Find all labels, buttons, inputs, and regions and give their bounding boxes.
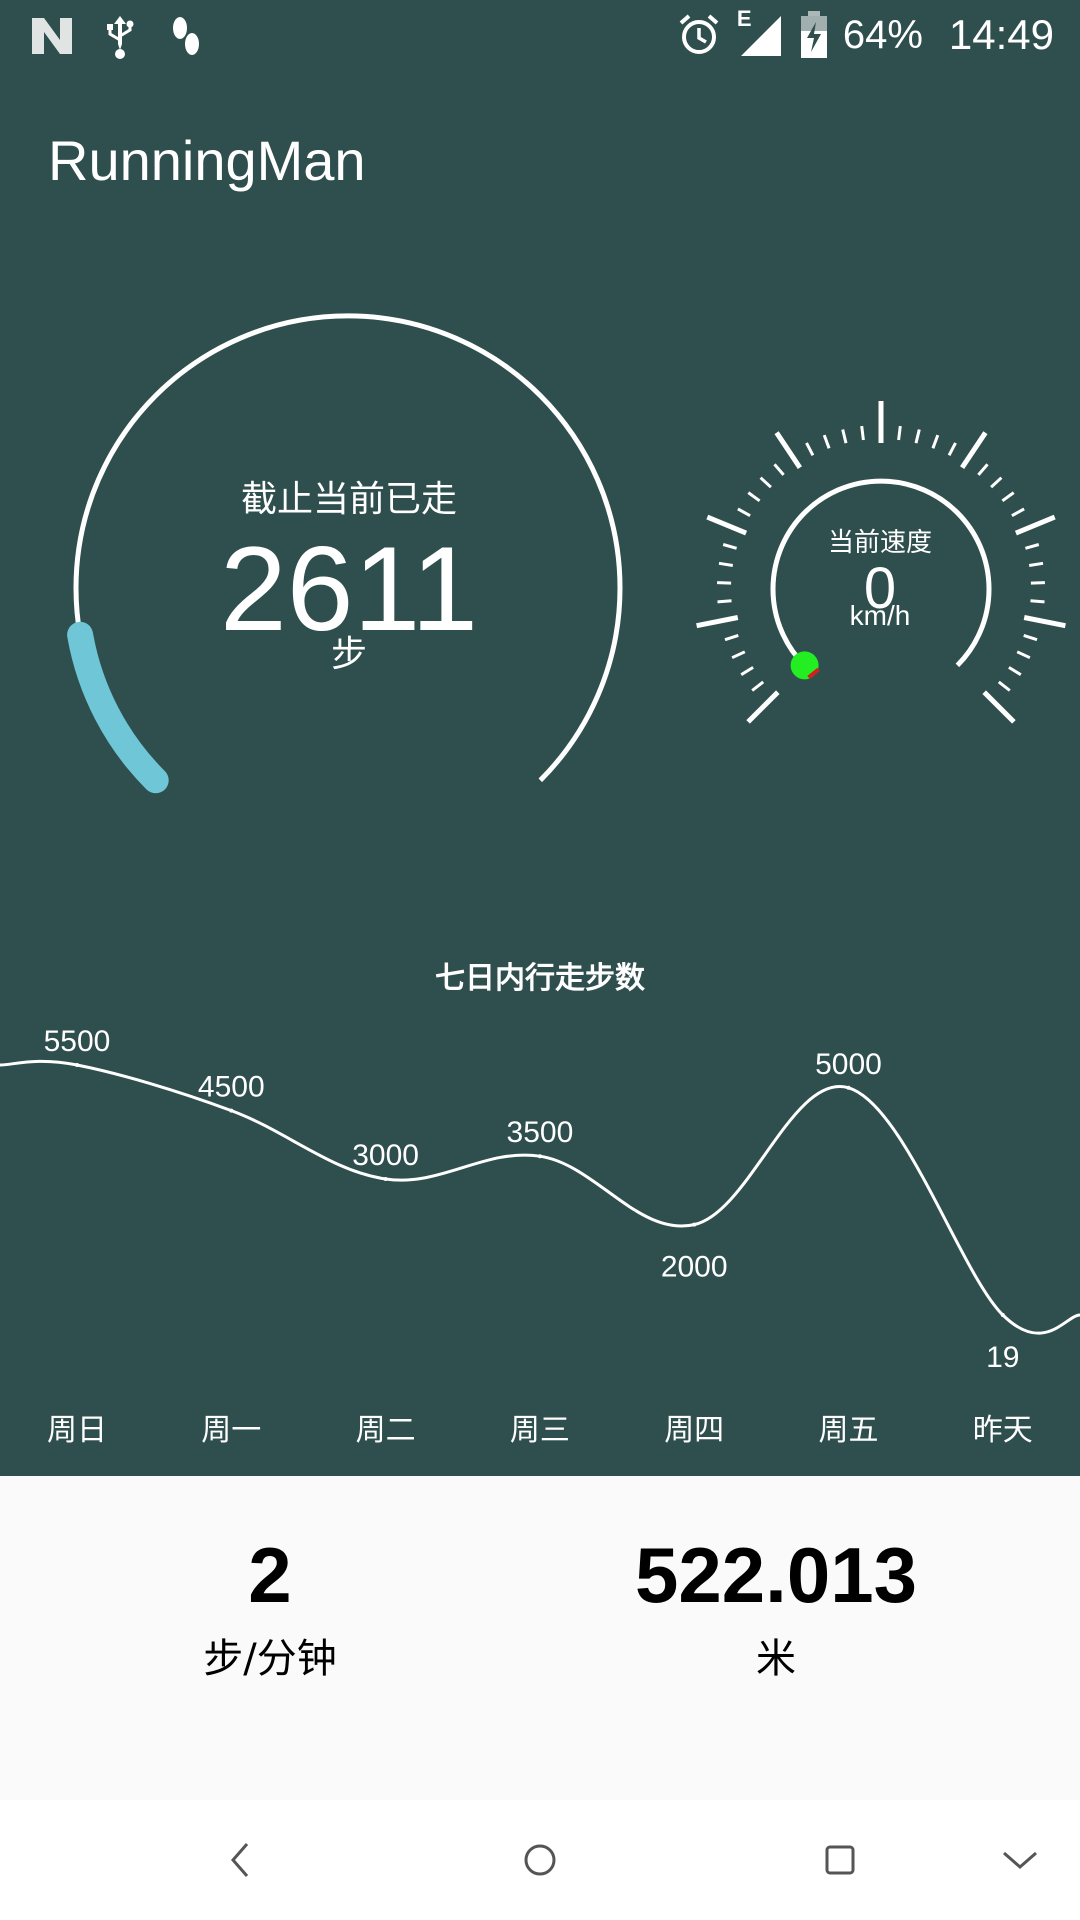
speed-gauge-tick — [774, 431, 802, 469]
speed-gauge-tick — [747, 491, 761, 503]
alarm-icon — [679, 14, 719, 54]
status-bar: E 64% 14:49 — [0, 0, 1080, 75]
speed-gauge-tick — [1023, 633, 1038, 642]
speed-gauge-tick — [731, 650, 746, 660]
speed-gauge-tick — [982, 690, 1016, 724]
chart-title: 七日内行走步数 — [435, 961, 645, 996]
speed-caption: 当前速度 — [827, 528, 932, 558]
speed-gauge-tick — [947, 442, 957, 456]
speed-gauge-tick — [990, 476, 1003, 489]
recents-button[interactable] — [810, 1830, 870, 1890]
speed-gauge-tick — [1030, 581, 1045, 585]
speed-gauge-tick — [717, 581, 732, 585]
speed-gauge-tick — [897, 425, 902, 441]
speed-gauge-tick — [717, 599, 732, 604]
speed-gauge-tick — [737, 507, 751, 518]
chart-category-label: 周三 — [510, 1413, 570, 1448]
speed-gauge-tick — [977, 463, 989, 476]
speed-gauge-tick — [751, 680, 765, 692]
battery-charging-icon — [800, 11, 827, 58]
chart-point — [846, 1085, 851, 1090]
speed-gauge-tick — [1001, 491, 1015, 503]
speed-gauge-tick — [740, 666, 754, 676]
chart-category-label: 周二 — [356, 1413, 416, 1448]
chart-point — [75, 1063, 79, 1067]
steps-unit: 步 — [330, 634, 367, 675]
chart-value-label: 19 — [986, 1341, 1019, 1374]
chart-value-label: 5500 — [44, 1025, 111, 1058]
collapse-button[interactable] — [990, 1830, 1050, 1890]
speed-gauge-tick — [805, 442, 815, 456]
chart-point — [537, 1154, 542, 1159]
speed-unit: km/h — [849, 600, 911, 631]
speed-gauge-tick — [696, 615, 739, 629]
cadence-value: 2 — [248, 1531, 292, 1619]
distance-unit: 米 — [756, 1636, 796, 1682]
chart-point — [229, 1108, 234, 1113]
home-icon — [524, 1844, 556, 1876]
steps-caption: 截止当前已走 — [240, 479, 457, 520]
home-button[interactable] — [510, 1830, 570, 1890]
chart-point — [1000, 1313, 1005, 1317]
speed-gauge-tick — [822, 434, 831, 449]
chart-value-label: 3000 — [352, 1139, 419, 1172]
speed-gauge-tick — [1011, 507, 1025, 518]
n-logo-icon — [32, 18, 72, 54]
back-button[interactable] — [210, 1830, 270, 1890]
battery-percent: 64% — [842, 12, 923, 57]
chart-point — [383, 1177, 388, 1181]
status-clock: 14:49 — [948, 11, 1054, 58]
chart-category-label: 周五 — [819, 1413, 879, 1448]
speed-gauge-tick — [841, 429, 848, 444]
signal-icon — [740, 16, 781, 56]
speed-gauge-tick — [718, 561, 734, 567]
chart-category-label: 周四 — [664, 1413, 724, 1448]
cadence-unit: 步/分钟 — [203, 1636, 337, 1682]
back-icon — [231, 1843, 249, 1877]
speed-gauge-tick — [759, 476, 772, 489]
chart-category-label: 周日 — [47, 1413, 107, 1448]
speed-gauge-tick — [997, 680, 1011, 692]
speed-gauge-tick — [931, 434, 940, 449]
chart-category-label: 昨天 — [973, 1413, 1033, 1448]
app-title: RunningMan — [48, 129, 366, 192]
chart-value-label: 4500 — [198, 1071, 265, 1104]
speed-gauge-tick — [1030, 599, 1045, 604]
steps-gauge-progress — [67, 621, 169, 794]
speed-gauge-tick — [1024, 543, 1040, 550]
chart-value-label: 5000 — [815, 1048, 882, 1081]
chart-value-label: 2000 — [661, 1251, 728, 1284]
distance-value: 522.013 — [635, 1531, 917, 1619]
recents-icon — [825, 1845, 855, 1875]
speed-gauge-tick — [960, 431, 988, 469]
speed-gauge-tick — [1016, 650, 1031, 660]
usb-icon — [107, 16, 134, 59]
footprints-icon — [173, 17, 199, 55]
chart-value-label: 3500 — [507, 1116, 574, 1149]
navigation-bar — [0, 1800, 1080, 1920]
speed-gauge-tick — [860, 425, 865, 441]
signal-indicator: E — [735, 6, 785, 60]
status-left-icons — [30, 14, 206, 60]
chart-point — [692, 1222, 697, 1227]
speed-gauge-tick — [1023, 615, 1066, 629]
speed-gauge-tick — [773, 463, 785, 476]
speed-gauge-tick — [914, 429, 921, 444]
speed-gauge-tick — [1014, 514, 1056, 536]
chart-series-line — [0, 1059, 1080, 1335]
collapse-icon — [1003, 1851, 1037, 1869]
speed-gauge-tick — [1008, 666, 1022, 676]
summary-panel: 2 步/分钟 522.013 米 — [0, 1476, 1080, 1800]
chart-category-label: 周一 — [201, 1413, 261, 1448]
speed-gauge-tick — [724, 633, 739, 642]
speed-gauge-tick — [746, 690, 780, 724]
speed-gauge-tick — [1028, 561, 1044, 567]
speed-gauge-tick — [722, 543, 738, 550]
status-right-icons: E 64% 14:49 — [677, 6, 1054, 60]
speed-gauge-tick — [706, 514, 748, 536]
